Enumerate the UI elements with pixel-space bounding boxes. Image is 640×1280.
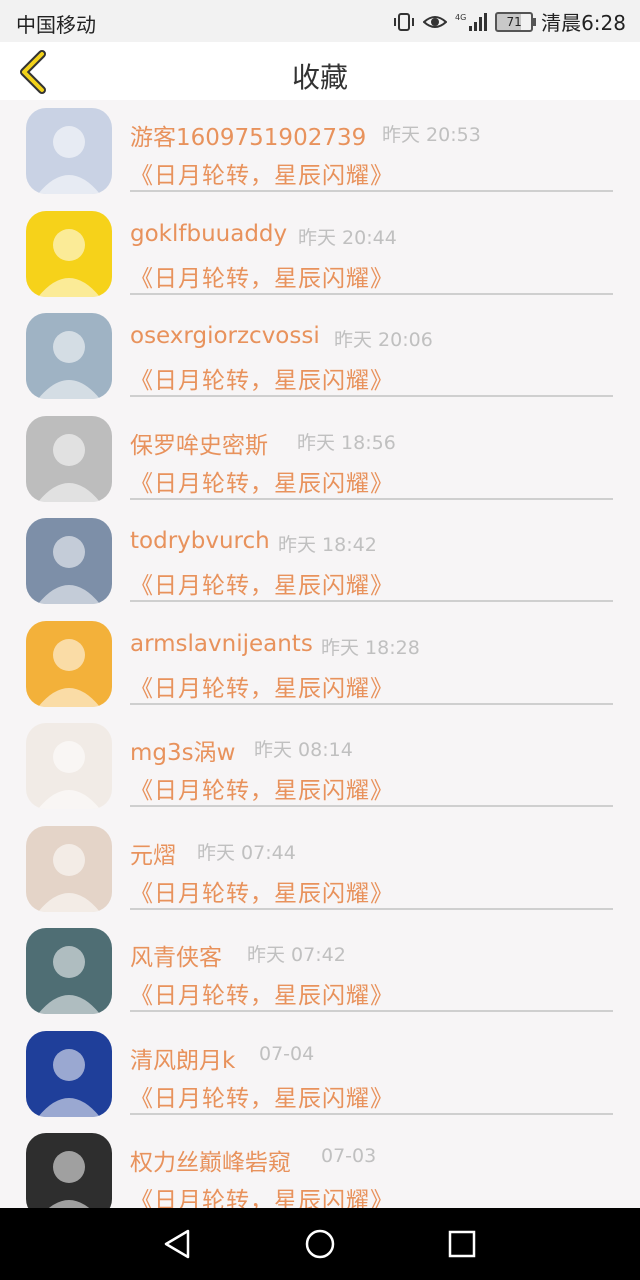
list-item[interactable]: 游客1609751902739 昨天 20:53 《日月轮转，星辰闪耀》	[0, 100, 640, 203]
square-recents-icon	[448, 1230, 476, 1258]
favorites-list: 游客1609751902739 昨天 20:53 《日月轮转，星辰闪耀》 goklfb…	[0, 100, 640, 1228]
user-name: 元熠	[130, 842, 176, 869]
status-icons: 4G 71 清晨6:28	[393, 7, 626, 36]
divider	[130, 497, 613, 500]
favorite-title[interactable]: 《日月轮转，星辰闪耀》	[130, 1079, 394, 1113]
favorite-title[interactable]: 《日月轮转，星辰闪耀》	[130, 259, 394, 293]
divider	[130, 907, 613, 910]
timestamp: 昨天 18:56	[297, 431, 396, 454]
divider	[130, 190, 613, 192]
carrier-label: 中国移动	[16, 13, 96, 37]
user-name: 游客1609751902739	[130, 125, 367, 151]
avatar[interactable]	[26, 825, 112, 912]
user-name: osexrgiorzcvossi	[130, 323, 320, 349]
favorite-title[interactable]: 《日月轮转，星辰闪耀》	[130, 874, 394, 908]
timestamp: 昨天 18:42	[278, 534, 377, 556]
timestamp: 07-04	[259, 1042, 315, 1065]
favorite-title[interactable]: 《日月轮转，星辰闪耀》	[130, 669, 394, 703]
timestamp: 昨天 08:14	[254, 739, 353, 761]
list-item[interactable]: 清风朗月k 07-04 《日月轮转，星辰闪耀》	[0, 1023, 640, 1126]
divider	[130, 702, 613, 705]
avatar[interactable]	[26, 620, 112, 707]
user-name: armslavnijeants	[130, 630, 313, 657]
divider	[130, 1010, 613, 1012]
favorite-title[interactable]: 《日月轮转，星辰闪耀》	[130, 771, 394, 805]
vibrate-icon	[393, 12, 415, 32]
nav-back-button[interactable]	[160, 1226, 196, 1262]
list-item[interactable]: 元熠 昨天 07:44 《日月轮转，星辰闪耀》	[0, 818, 640, 921]
divider	[130, 805, 613, 807]
list-item[interactable]: mg3s涡w 昨天 08:14 《日月轮转，星辰闪耀》	[0, 715, 640, 818]
avatar[interactable]	[26, 210, 112, 297]
timestamp: 07-03	[321, 1145, 377, 1167]
list-item[interactable]: armslavnijeants 昨天 18:28 《日月轮转，星辰闪耀》	[0, 613, 640, 716]
page-title: 收藏	[291, 61, 348, 94]
header: 收藏	[0, 42, 640, 100]
favorite-title[interactable]: 《日月轮转，星辰闪耀》	[130, 976, 394, 1010]
signal-icon: 4G	[455, 12, 488, 32]
timestamp: 昨天 07:44	[197, 841, 296, 864]
timestamp: 昨天 07:42	[247, 944, 346, 966]
avatar[interactable]	[26, 928, 112, 1014]
timestamp: 昨天 20:53	[382, 124, 481, 146]
list-item[interactable]: osexrgiorzcvossi 昨天 20:06 《日月轮转，星辰闪耀》	[0, 305, 640, 408]
divider	[130, 395, 613, 397]
list-item[interactable]: todrybvurch 昨天 18:42 《日月轮转，星辰闪耀》	[0, 510, 640, 613]
favorite-title[interactable]: 《日月轮转，星辰闪耀》	[130, 361, 394, 395]
avatar[interactable]	[26, 415, 112, 502]
avatar[interactable]	[26, 1030, 112, 1117]
triangle-back-icon	[164, 1229, 190, 1259]
favorite-title[interactable]: 《日月轮转，星辰闪耀》	[130, 464, 394, 498]
battery-icon: 71	[495, 11, 537, 32]
divider	[130, 292, 613, 295]
clock-label: 清晨6:28	[541, 11, 626, 35]
nav-home-button[interactable]	[302, 1226, 338, 1262]
list-item[interactable]: 保罗哞史密斯 昨天 18:56 《日月轮转，星辰闪耀》	[0, 408, 640, 511]
circle-home-icon	[305, 1229, 335, 1259]
avatar[interactable]	[26, 313, 112, 399]
nav-recents-button[interactable]	[444, 1226, 480, 1262]
eye-icon	[423, 13, 448, 31]
divider	[130, 600, 613, 602]
avatar[interactable]	[26, 108, 112, 194]
list-item[interactable]: goklfbuuaddy 昨天 20:44 《日月轮转，星辰闪耀》	[0, 203, 640, 306]
favorite-title[interactable]: 《日月轮转，星辰闪耀》	[130, 156, 394, 190]
list-item[interactable]: 风青侠客 昨天 07:42 《日月轮转，星辰闪耀》	[0, 920, 640, 1023]
avatar[interactable]	[26, 1133, 112, 1219]
svg-text:4G: 4G	[455, 13, 466, 22]
status-bar: 中国移动 4G 71 清晨6:28	[0, 0, 640, 42]
avatar[interactable]	[26, 723, 112, 809]
user-name: goklfbuuaddy	[130, 220, 288, 247]
user-name: 权力丝巅峰砦窥	[130, 1150, 291, 1176]
avatar[interactable]	[26, 518, 112, 604]
user-name: 清风朗月k	[130, 1047, 236, 1074]
system-nav-bar	[0, 1208, 640, 1280]
timestamp: 昨天 20:44	[298, 226, 397, 249]
user-name: todrybvurch	[130, 528, 270, 554]
user-name: 风青侠客	[130, 945, 222, 971]
user-name: 保罗哞史密斯	[130, 432, 268, 459]
divider	[130, 1112, 613, 1115]
timestamp: 昨天 20:06	[334, 329, 433, 351]
user-name: mg3s涡w	[130, 740, 236, 766]
timestamp: 昨天 18:28	[321, 636, 420, 659]
favorite-title[interactable]: 《日月轮转，星辰闪耀》	[130, 566, 394, 600]
